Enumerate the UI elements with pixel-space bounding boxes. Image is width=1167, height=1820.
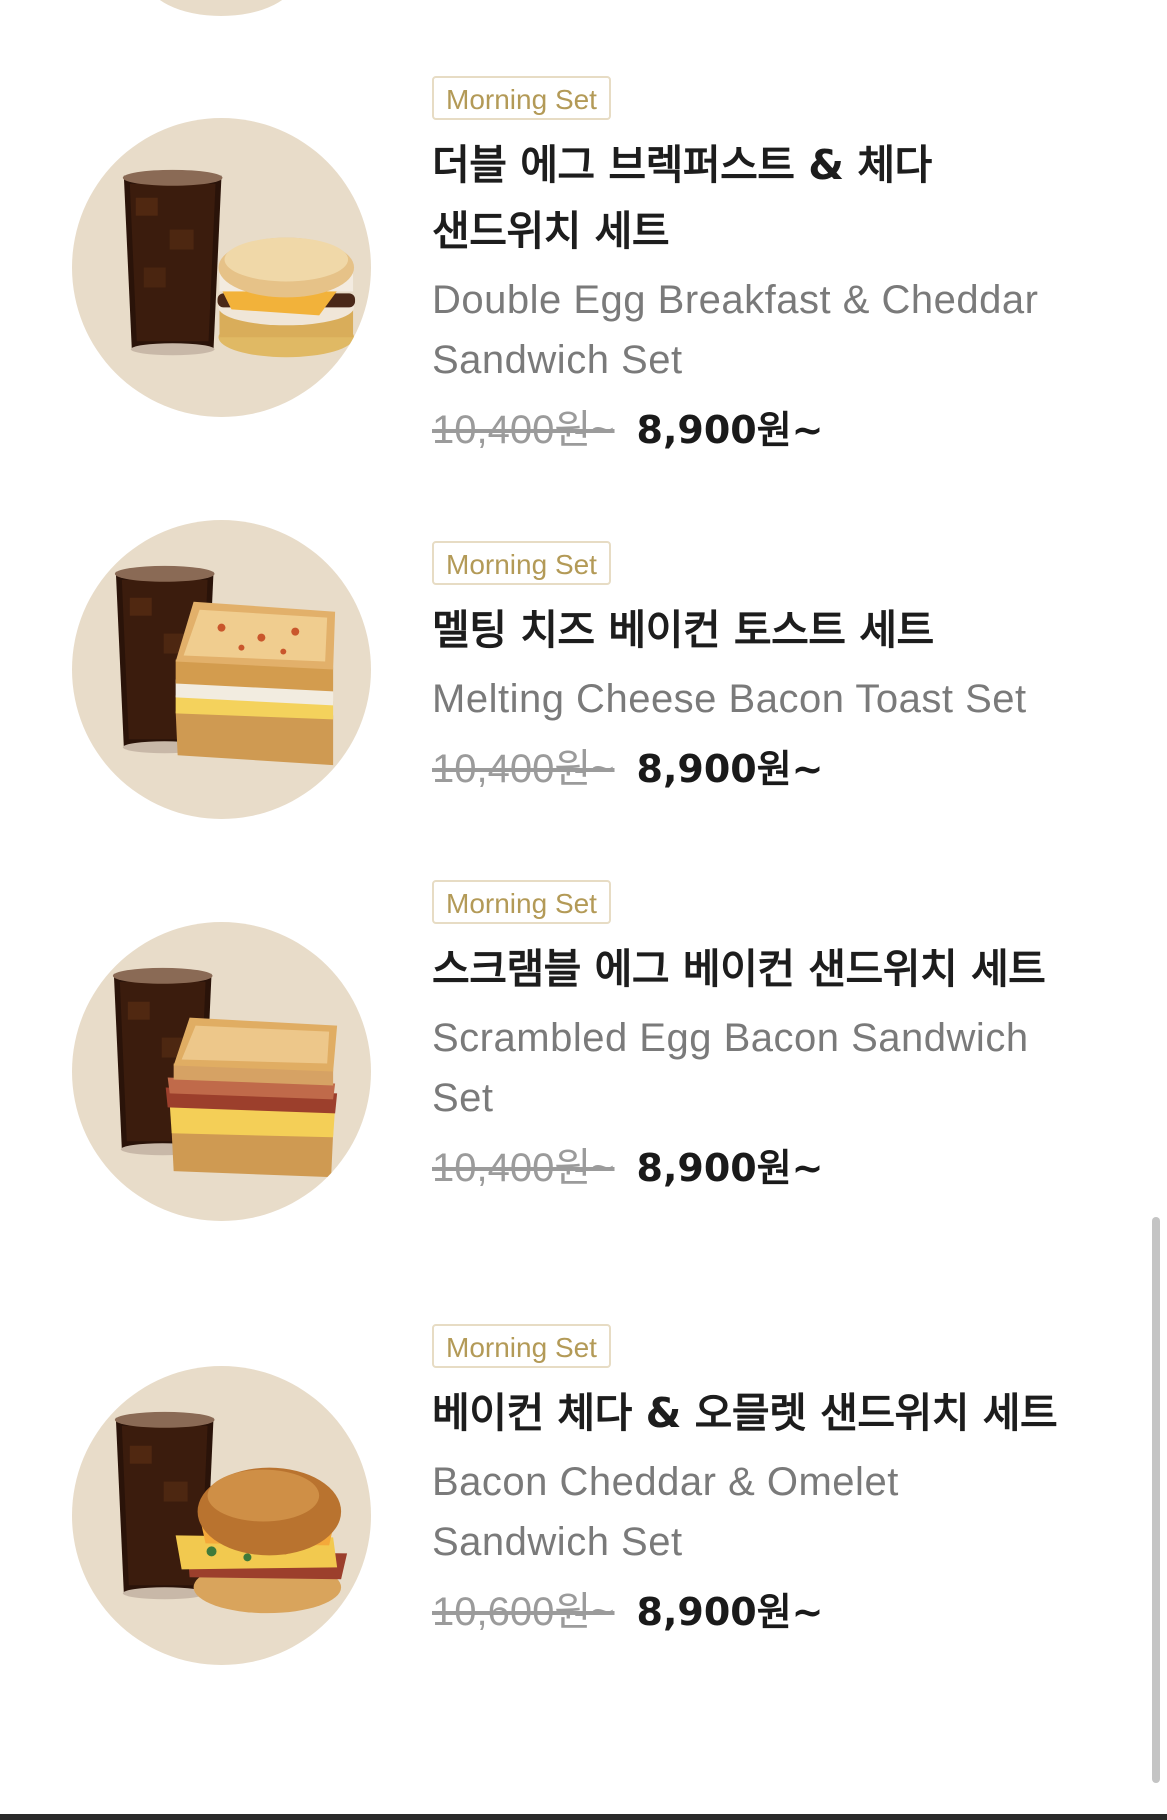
original-price: 10,400원~ bbox=[432, 1146, 615, 1190]
menu-item-image[interactable] bbox=[72, 520, 371, 819]
menu-item-image[interactable] bbox=[72, 1366, 371, 1665]
sale-price: 8,900원~ bbox=[636, 408, 824, 452]
menu-item-info: Morning Set 멜팅 치즈 베이컨 토스트 세트 Melting Che… bbox=[432, 541, 1072, 799]
iced-americano-and-bacon-sandwich-image bbox=[112, 967, 338, 1178]
price-row: 10,400원~ 8,900원~ bbox=[432, 400, 1072, 460]
bottom-bar-edge bbox=[0, 1814, 1167, 1820]
menu-item-image[interactable] bbox=[72, 922, 371, 1221]
original-price: 10,400원~ bbox=[432, 747, 615, 791]
menu-item-name-en: Bacon Cheddar & Omelet Sandwich Set bbox=[432, 1460, 899, 1564]
menu-item-info: Morning Set 스크램블 에그 베이컨 샌드위치 세트 Scramble… bbox=[432, 880, 1072, 1198]
menu-list: Morning Set 더블 에그 브렉퍼스트 & 체다 샌드위치 세트 Dou… bbox=[0, 0, 1167, 1820]
price-row: 10,400원~ 8,900원~ bbox=[432, 1138, 1072, 1198]
menu-item-name-en: Double Egg Breakfast & Cheddar Sandwich … bbox=[432, 278, 1039, 382]
menu-item-name-ko[interactable]: 더블 에그 브렉퍼스트 & 체다 샌드위치 세트 bbox=[432, 132, 1072, 264]
iced-americano-and-brioche-omelet-image bbox=[114, 1411, 348, 1614]
morning-set-badge: Morning Set bbox=[432, 76, 611, 120]
morning-set-badge: Morning Set bbox=[432, 880, 611, 924]
original-price: 10,600원~ bbox=[432, 1590, 615, 1634]
menu-item-name-ko[interactable]: 멜팅 치즈 베이컨 토스트 세트 bbox=[432, 597, 1072, 663]
morning-set-badge: Morning Set bbox=[432, 541, 611, 585]
sale-price: 8,900원~ bbox=[636, 1590, 824, 1634]
menu-item-name-ko[interactable]: 베이컨 체다 & 오믈렛 샌드위치 세트 bbox=[432, 1380, 1072, 1446]
iced-americano-and-english-muffin-image bbox=[122, 169, 356, 358]
scrollbar[interactable] bbox=[1152, 1217, 1160, 1783]
price-row: 10,600원~ 8,900원~ bbox=[432, 1582, 1072, 1642]
menu-item-info: Morning Set 베이컨 체다 & 오믈렛 샌드위치 세트 Bacon C… bbox=[432, 1324, 1072, 1642]
sale-price: 8,900원~ bbox=[636, 1146, 824, 1190]
original-price: 10,400원~ bbox=[432, 408, 615, 452]
menu-item-image[interactable] bbox=[72, 118, 371, 417]
menu-item-name-en: Melting Cheese Bacon Toast Set bbox=[432, 677, 1027, 721]
morning-set-badge: Morning Set bbox=[432, 1324, 611, 1368]
menu-item-name-ko[interactable]: 스크램블 에그 베이컨 샌드위치 세트 bbox=[432, 936, 1072, 1002]
menu-item-name-en: Scrambled Egg Bacon Sandwich Set bbox=[432, 1016, 1029, 1120]
iced-americano-and-cheese-toast-image bbox=[114, 565, 336, 766]
menu-item-info: Morning Set 더블 에그 브렉퍼스트 & 체다 샌드위치 세트 Dou… bbox=[432, 76, 1072, 460]
price-row: 10,400원~ 8,900원~ bbox=[432, 739, 1072, 799]
sale-price: 8,900원~ bbox=[636, 747, 824, 791]
